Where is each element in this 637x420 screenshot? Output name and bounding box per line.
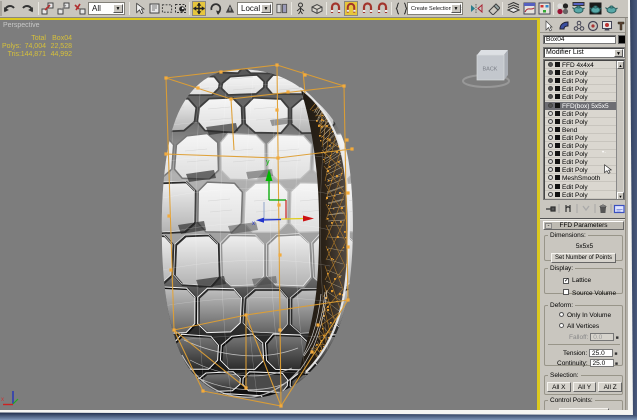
svg-text:x: x: [1, 397, 4, 403]
svg-text:x: x: [252, 221, 255, 227]
svg-text:BACK: BACK: [483, 67, 498, 73]
svg-text:y: y: [266, 159, 270, 166]
